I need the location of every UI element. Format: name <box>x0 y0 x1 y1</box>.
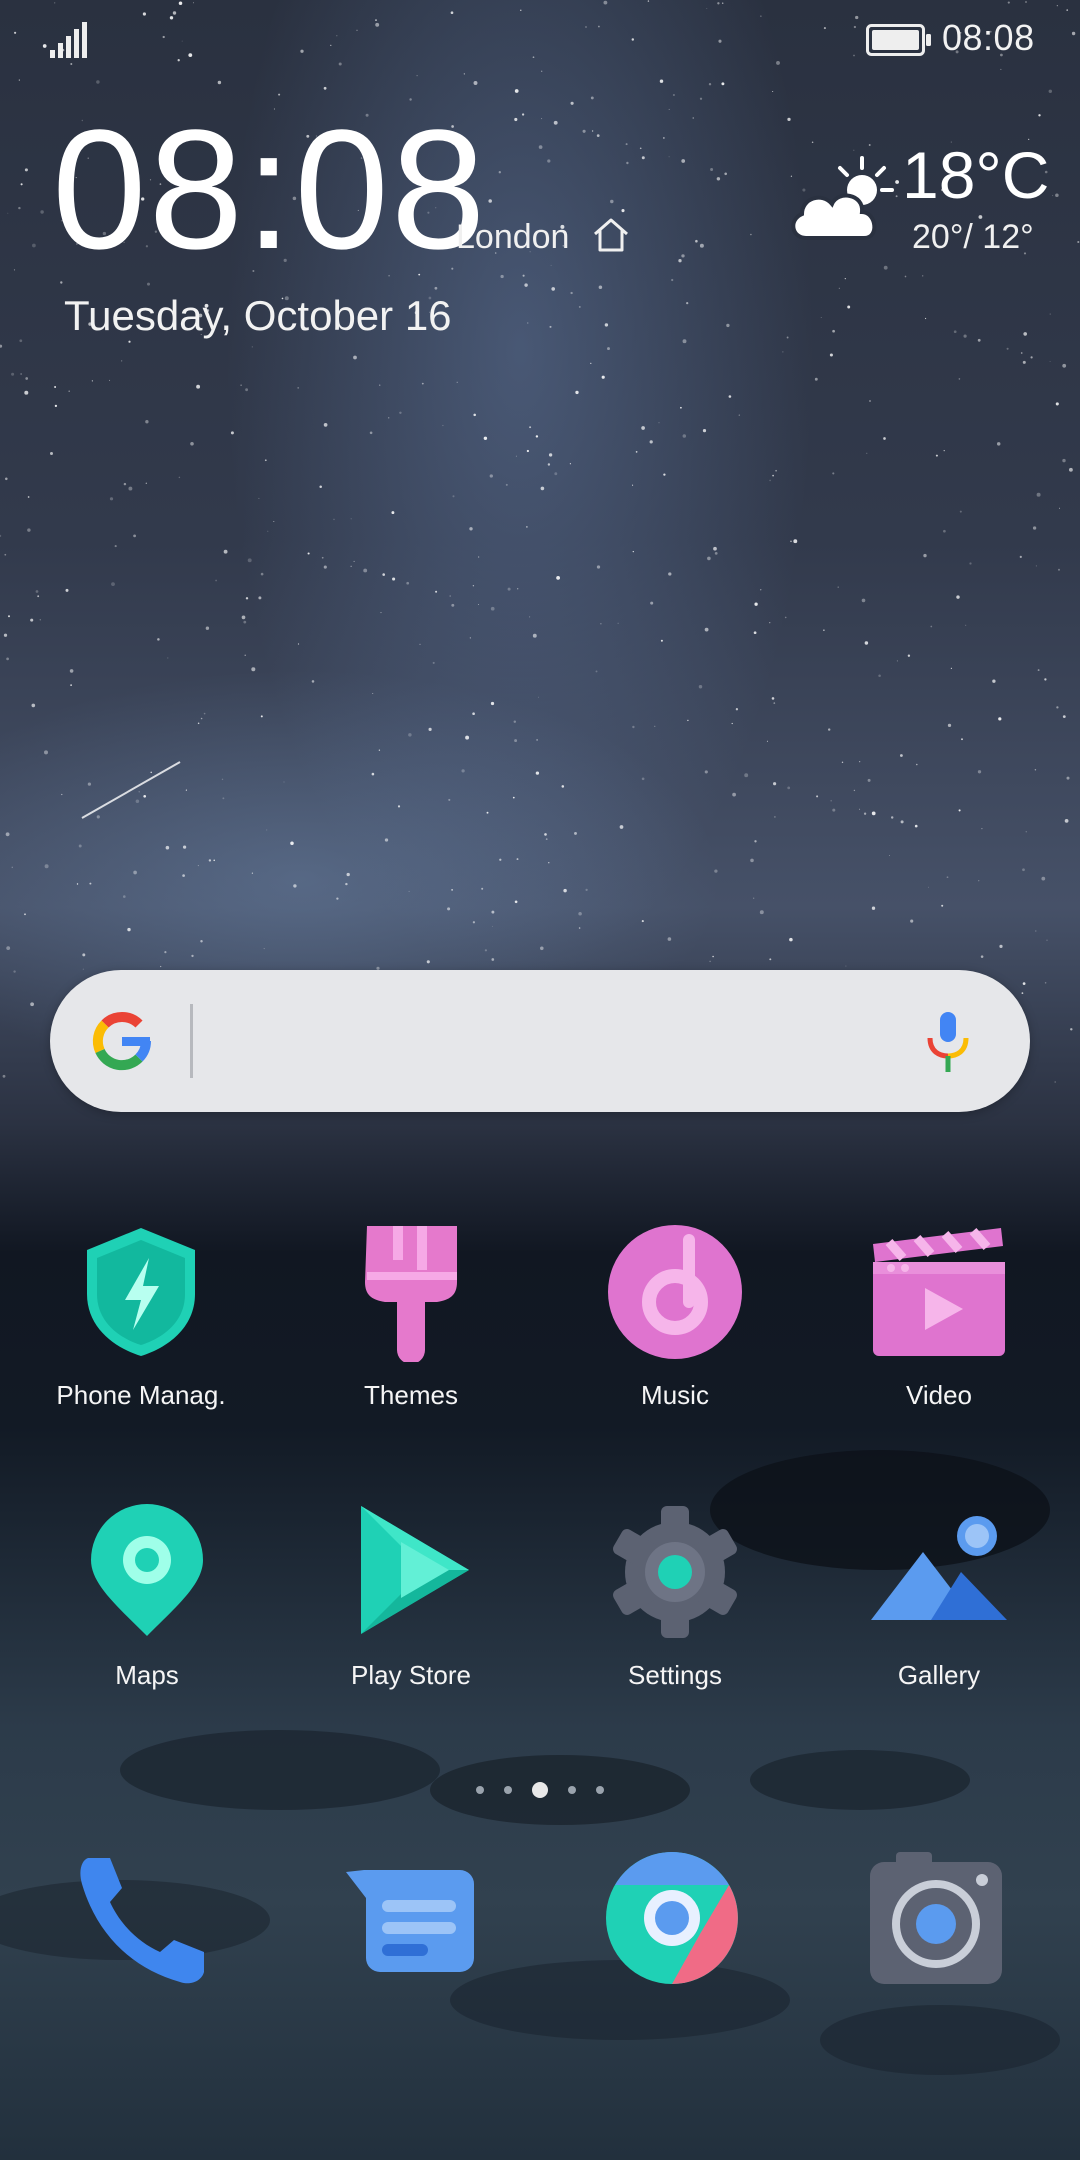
weather-temperature: 18°C <box>902 138 1050 212</box>
home-screen: 08:08 08:08 London Tuesday, October 16 1… <box>0 0 1080 2160</box>
app-label: Gallery <box>897 1660 981 1690</box>
microphone-icon[interactable] <box>920 1010 976 1074</box>
gallery-mountain-icon <box>871 1516 1007 1620</box>
google-logo-icon <box>92 1011 152 1071</box>
map-pin-icon <box>91 1504 203 1636</box>
app-label: Phone Manag. <box>56 1380 226 1410</box>
partly-cloudy-icon <box>791 156 894 240</box>
message-bubble-icon <box>346 1870 474 1972</box>
app-label: Settings <box>628 1660 722 1690</box>
video-clapper-icon <box>873 1228 1005 1356</box>
home-icon <box>594 218 628 252</box>
app-label: Themes <box>364 1380 458 1410</box>
status-time: 08:08 <box>942 17 1035 58</box>
dock-chrome[interactable] <box>602 1848 742 1988</box>
app-phone-manager[interactable]: Phone Manag. <box>16 1222 266 1411</box>
weather-range: 20°/ 12° <box>912 218 1034 256</box>
dock-messages[interactable] <box>340 1848 480 1988</box>
app-label: Video <box>905 1380 973 1410</box>
app-maps[interactable]: Maps <box>22 1502 272 1691</box>
search-divider <box>190 1004 193 1078</box>
status-bar: 08:08 <box>0 0 1080 80</box>
app-label: Play Store <box>351 1660 471 1690</box>
google-search-bar[interactable] <box>50 970 1030 1112</box>
app-music[interactable]: Music <box>550 1222 800 1411</box>
chrome-icon <box>606 1852 738 1984</box>
app-settings[interactable]: Settings <box>550 1502 800 1691</box>
dock-phone[interactable] <box>74 1848 214 1988</box>
clock-city: London <box>456 218 570 256</box>
camera-icon <box>870 1852 1002 1984</box>
app-label: Music <box>641 1380 709 1410</box>
dock-camera[interactable] <box>866 1848 1006 1988</box>
clock-time: 08:08 <box>52 95 488 285</box>
phone-manager-icon <box>87 1228 195 1356</box>
battery-full-icon <box>866 24 931 56</box>
page-indicator[interactable] <box>470 1778 610 1802</box>
play-store-icon <box>361 1506 469 1634</box>
app-themes[interactable]: Themes <box>286 1222 536 1411</box>
clock-date: Tuesday, October 16 <box>64 292 452 339</box>
app-play-store[interactable]: Play Store <box>286 1502 536 1691</box>
app-label: Maps <box>115 1660 179 1690</box>
signal-bars-icon <box>50 22 87 58</box>
app-video[interactable]: Video <box>814 1222 1064 1411</box>
gear-icon <box>613 1506 737 1638</box>
phone-handset-icon <box>80 1858 204 1984</box>
app-gallery[interactable]: Gallery <box>814 1502 1064 1691</box>
themes-brush-icon <box>365 1226 457 1362</box>
music-icon <box>608 1225 742 1359</box>
